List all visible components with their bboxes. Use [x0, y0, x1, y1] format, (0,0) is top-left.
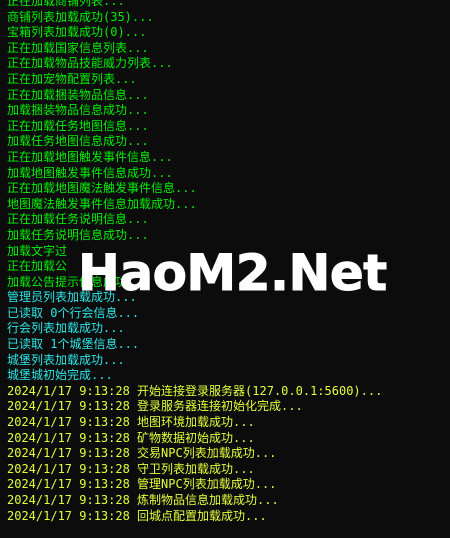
console-line: 商铺列表加载成功(35)... — [7, 9, 154, 24]
console-line: 正在加载地图触发事件信息... — [7, 149, 173, 164]
console-line: 2024/1/17 9:13:28 矿物数据初始成功... — [7, 430, 255, 445]
console-line: 宝箱列表加载成功(0)... — [7, 25, 147, 40]
console-line: 加载文字过 — [7, 243, 68, 258]
console-output: 正在加载商铺列表... 商铺列表加载成功(35)... 宝箱列表加载成功(0)...… — [0, 0, 450, 524]
console-line: 2024/1/17 9:13:28 交易NPC列表加载成功... — [7, 446, 277, 461]
console-line: 正在加载任务说明信息... — [7, 212, 149, 227]
console-line: 2024/1/17 9:13:28 地图环境加载成功... — [7, 415, 255, 430]
console-line: 加载公告提示信息成功... — [7, 274, 149, 289]
console-line: 正在加载国家信息列表... — [7, 40, 149, 55]
console-line: 正在加载任务地图信息... — [7, 118, 149, 133]
console-line: 2024/1/17 9:13:28 回城点配置加载成功... — [7, 508, 267, 523]
console-line: 加载任务地图信息成功... — [7, 134, 149, 149]
console-line: 2024/1/17 9:13:28 炼制物品信息加载成功... — [7, 493, 279, 507]
console-line: 加载地图触发事件信息成功... — [7, 165, 173, 180]
console-line: 正在加载公 — [7, 259, 68, 274]
console-line: 管理员列表加载成功... — [7, 290, 137, 305]
console-line: 城堡城初始完成... — [7, 368, 113, 383]
console-line: 2024/1/17 9:13:28 开始连接登录服务器(127.0.0.1:56… — [7, 383, 383, 398]
console-line: 行会列表加载成功... — [7, 321, 125, 336]
console-line: 正在加载捆装物品信息... — [7, 87, 149, 102]
console-line: 正在加载物品技能威力列表... — [7, 56, 173, 71]
console-line: 2024/1/17 9:13:28 登录服务器连接初始化完成... — [7, 399, 303, 414]
console-line: 地图魔法触发事件信息加载成功... — [7, 196, 197, 211]
console-line: 已读取 1个城堡信息... — [7, 337, 140, 352]
console-line: 城堡列表加载成功... — [7, 352, 125, 367]
console-line: 已读取 0个行会信息... — [7, 305, 140, 320]
console-line: 正在加载商铺列表... — [7, 0, 125, 8]
console-line: 加载捆装物品信息成功... — [7, 103, 149, 118]
console-line: 2024/1/17 9:13:28 管理NPC列表加载成功... — [7, 477, 277, 492]
console-line: 加载任务说明信息成功... — [7, 227, 149, 242]
console-line: 2024/1/17 9:13:28 守卫列表加载成功... — [7, 461, 255, 476]
console-line: 正在加宠物配置列表... — [7, 71, 137, 86]
console-line: 正在加载地图魔法触发事件信息... — [7, 181, 197, 196]
